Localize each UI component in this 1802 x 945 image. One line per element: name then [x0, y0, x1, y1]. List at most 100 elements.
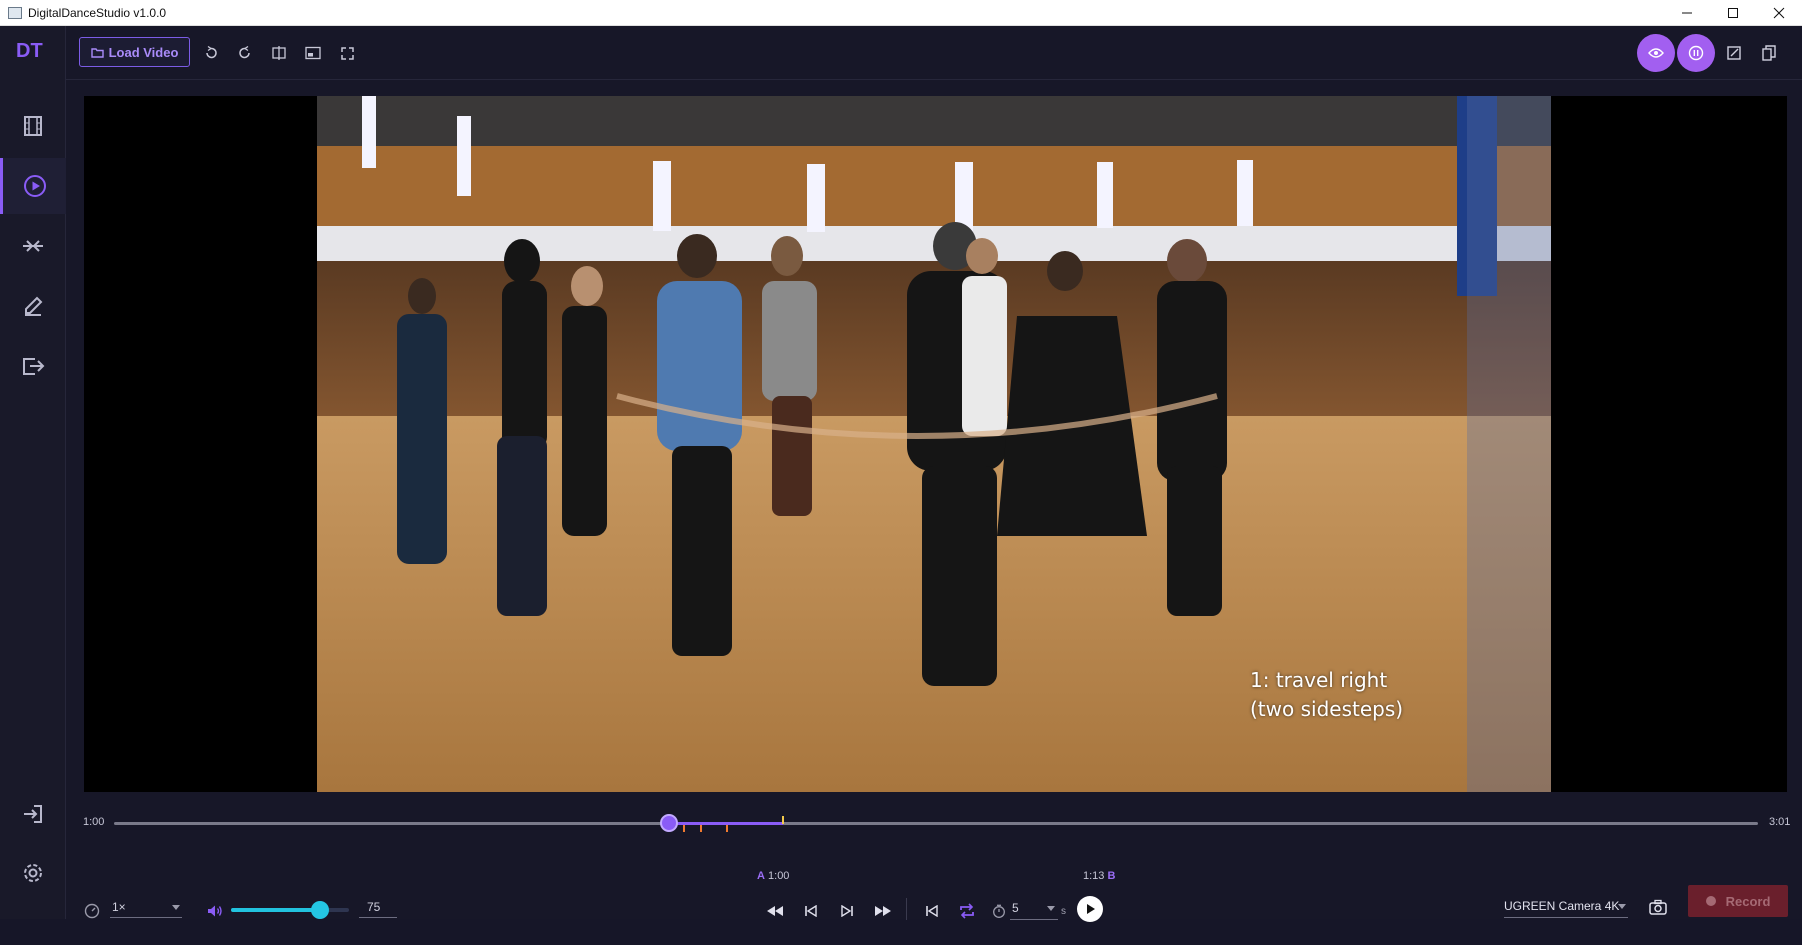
fast-forward-icon [875, 906, 891, 916]
top-toolbar: Load Video [66, 26, 1802, 80]
loop-a-letter: A [757, 870, 765, 882]
timeline-end-time: 3:01 [1769, 816, 1791, 828]
app-logo: DT [16, 40, 43, 62]
sidebar-item-login[interactable] [0, 794, 66, 834]
compare-arrows-icon [23, 240, 43, 252]
snapshot-button[interactable] [1647, 896, 1669, 918]
video-subtitle: 1: travel right (two sidesteps) [1250, 666, 1403, 724]
repeat-icon [960, 903, 974, 919]
load-video-label: Load Video [108, 44, 179, 60]
video-frame: 1: travel right (two sidesteps) [317, 96, 1551, 792]
record-button[interactable]: Record [1688, 885, 1788, 917]
sidebar-item-library[interactable] [0, 98, 66, 154]
rotate-right-button[interactable] [235, 43, 255, 63]
loop-a-time: 1:00 [768, 870, 790, 882]
fast-rewind-icon [767, 906, 783, 916]
record-dot-icon [1705, 896, 1716, 906]
skip-to-start-icon [926, 905, 938, 917]
load-video-button[interactable]: Load Video [79, 37, 190, 67]
picture-in-picture-button[interactable] [303, 43, 323, 63]
rotate-right-icon [239, 46, 250, 59]
volume-slider-thumb[interactable] [310, 901, 329, 919]
rotate-left-icon [206, 46, 217, 59]
eye-icon [1648, 48, 1664, 58]
volume-slider-fill [231, 908, 320, 912]
fullscreen-icon [340, 46, 354, 60]
loop-delay-value: 5 [1012, 901, 1019, 915]
volume-value-field[interactable]: 75 [359, 898, 397, 918]
edit-button[interactable] [1715, 34, 1753, 72]
export-icon [23, 358, 45, 375]
loop-b-label: 1:13 B [1083, 870, 1115, 882]
app-icon [8, 6, 22, 19]
rotate-left-button[interactable] [201, 43, 221, 63]
minimize-button[interactable] [1664, 0, 1710, 26]
play-button[interactable] [1077, 896, 1103, 922]
subtitle-line-1: 1: travel right [1250, 668, 1388, 692]
play-icon [1087, 904, 1095, 914]
record-label: Record [1725, 893, 1771, 909]
annotation-marker[interactable] [726, 825, 728, 832]
chevron-down-icon [1618, 904, 1626, 909]
annotation-marker[interactable] [700, 825, 702, 832]
timeline-track[interactable] [114, 822, 1758, 825]
window-title: DigitalDanceStudio v1.0.0 [28, 5, 167, 20]
window-controls [1664, 0, 1802, 26]
login-icon [24, 805, 42, 823]
sidebar-item-export[interactable] [0, 338, 66, 394]
timer-icon [993, 904, 1005, 918]
chevron-down-icon [1047, 906, 1055, 911]
subtitle-line-2: (two sidesteps) [1250, 697, 1404, 721]
pause-overlay-button[interactable] [1677, 34, 1715, 72]
maximize-button[interactable] [1710, 0, 1756, 26]
gear-icon [24, 864, 42, 882]
overlay-toggle-button[interactable] [1637, 34, 1675, 72]
sidebar-item-settings[interactable] [0, 853, 66, 893]
camera-icon [1649, 899, 1667, 915]
video-player[interactable]: 1: travel right (two sidesteps) [84, 96, 1787, 792]
loop-ab-labels: A 1:00 1:13 B [66, 870, 1802, 884]
chevron-down-icon [172, 905, 180, 910]
sidebar-item-player[interactable] [0, 158, 66, 214]
camera-value: UGREEN Camera 4K [1504, 899, 1620, 913]
fullscreen-button[interactable] [337, 43, 357, 63]
speed-value: 1× [112, 900, 126, 914]
sidebar-item-compare[interactable] [0, 218, 66, 274]
volume-icon [208, 905, 222, 917]
play-circle-icon [23, 175, 46, 197]
close-icon [1773, 7, 1785, 19]
sidebar: DT [0, 26, 66, 919]
timeline-start-time: 1:00 [83, 816, 105, 828]
bookmark-icon [1762, 45, 1776, 61]
edit-icon [1727, 46, 1741, 60]
pencil-icon [25, 296, 43, 316]
control-separator [906, 898, 907, 920]
loop-b-letter: B [1107, 870, 1116, 882]
loop-end-marker[interactable] [782, 816, 785, 824]
speed-select[interactable]: 1× [110, 898, 182, 918]
app-root: DT Load Video 1: travel right (two sides… [0, 26, 1802, 922]
mirror-button[interactable] [269, 43, 289, 63]
step-back-icon [805, 905, 817, 917]
playhead-thumb[interactable] [659, 814, 678, 832]
speedometer-icon [84, 903, 100, 919]
playback-controls: 1× 75 5 s UGREEN Camera 4K Record [66, 884, 1802, 945]
title-bar: DigitalDanceStudio v1.0.0 [0, 0, 1802, 26]
mirror-icon [272, 46, 286, 60]
sidebar-item-annotate[interactable] [0, 278, 66, 334]
annotation-marker[interactable] [683, 825, 685, 832]
minimize-icon [1682, 12, 1692, 14]
step-forward-icon [841, 905, 853, 917]
timeline: 1:00 3:01 [66, 806, 1802, 846]
picture-in-picture-icon [305, 46, 321, 60]
bookmark-button[interactable] [1750, 34, 1788, 72]
loop-a-label: A 1:00 [757, 870, 789, 882]
loop-delay-select[interactable]: 5 [1010, 898, 1058, 920]
close-button[interactable] [1756, 0, 1802, 26]
loop-delay-unit: s [1061, 906, 1066, 917]
film-icon [24, 116, 42, 136]
folder-icon [90, 47, 104, 58]
loop-b-time: 1:13 [1083, 870, 1105, 882]
pause-overlay-icon [1688, 45, 1704, 61]
camera-select[interactable]: UGREEN Camera 4K [1504, 896, 1628, 918]
